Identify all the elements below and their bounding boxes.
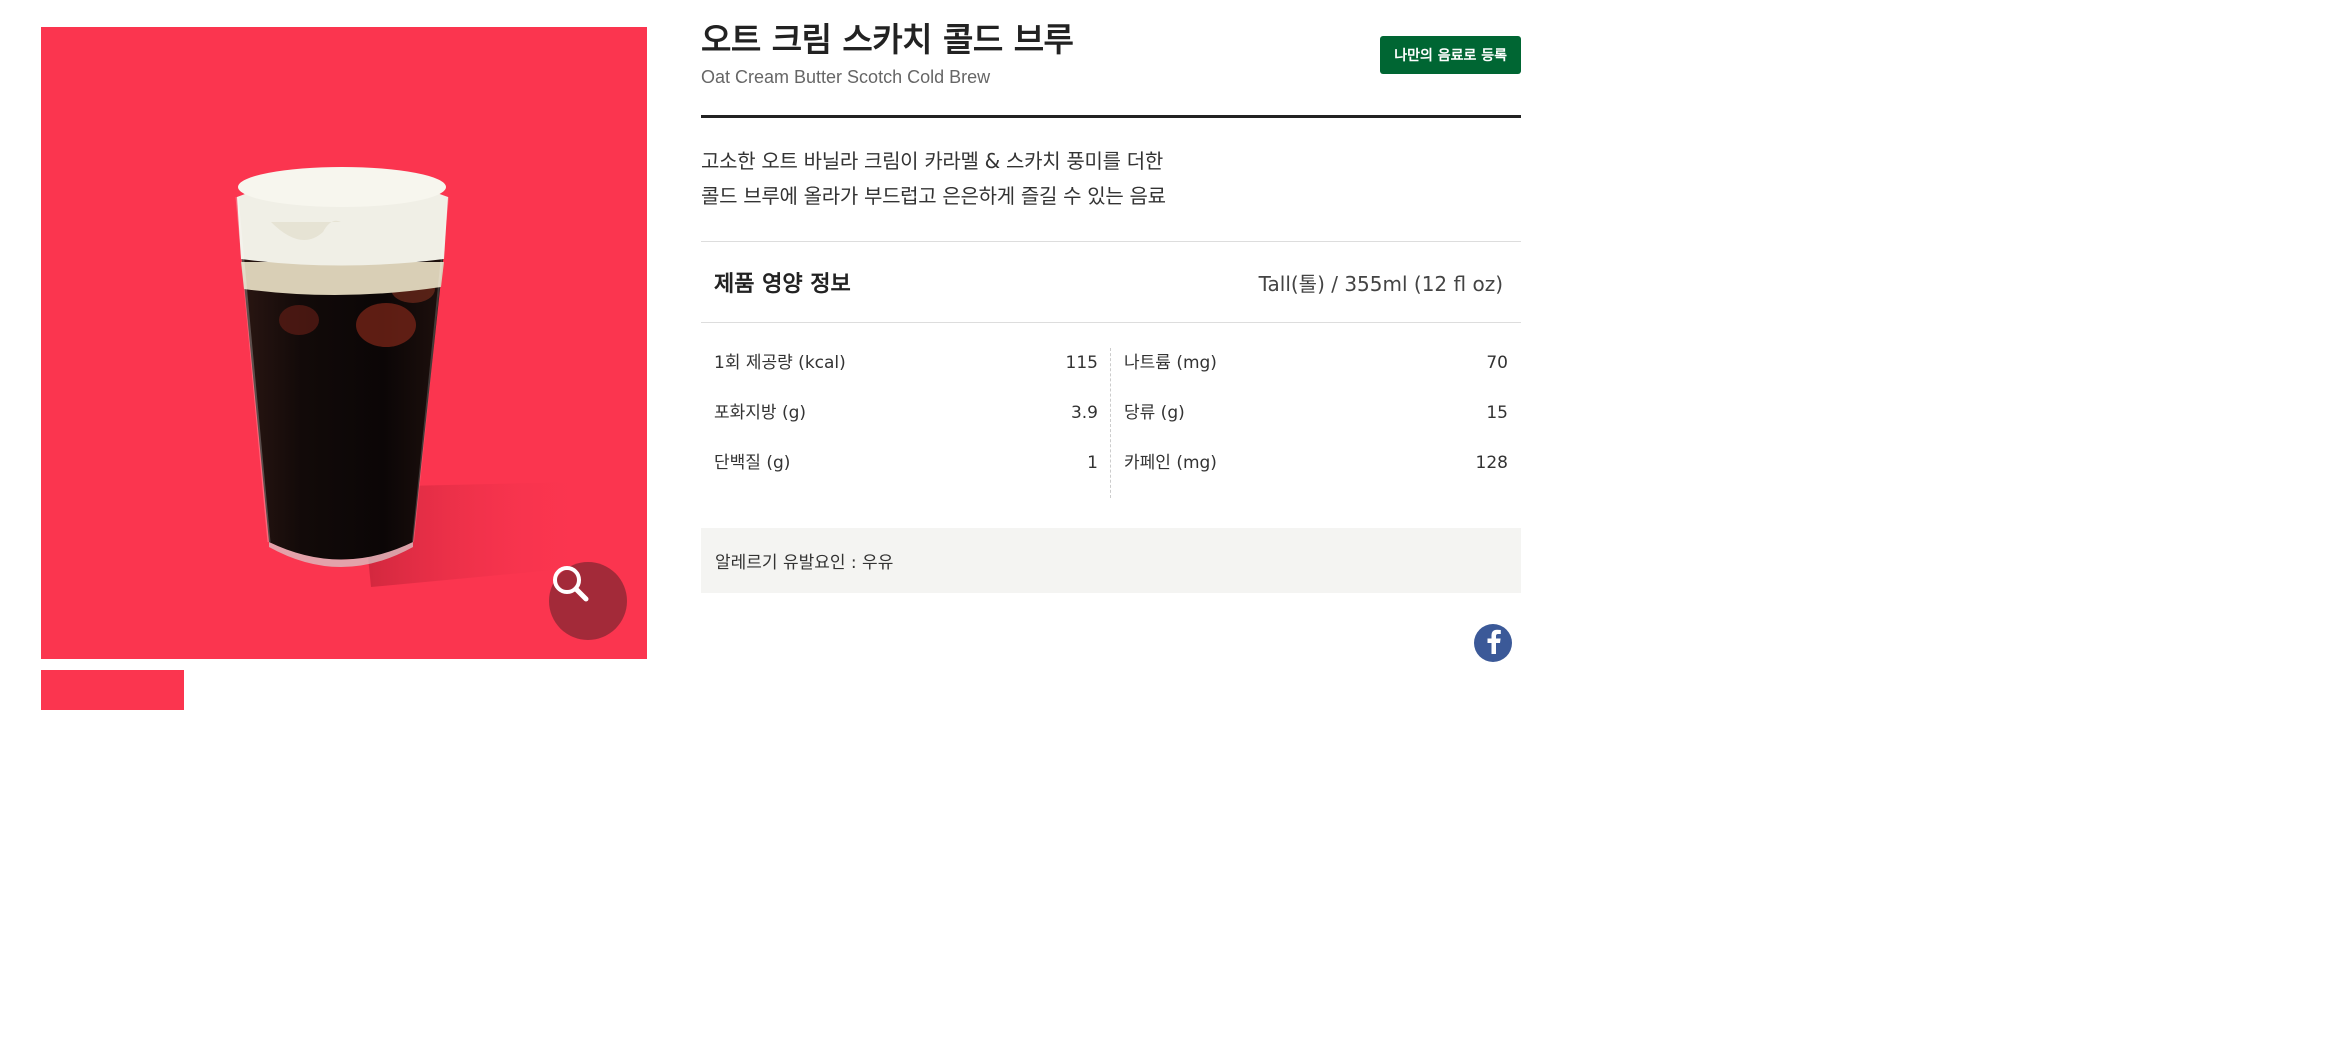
nutrition-row: 나트륨 (mg) 70 [1124,348,1508,398]
nutrition-label: 포화지방 (g) [714,403,807,423]
nutrition-value: 115 [1065,353,1098,373]
nutrition-value: 1 [1087,453,1098,473]
description-line: 콜드 브루에 올라가 부드럽고 은은하게 즐길 수 있는 음료 [701,184,1166,208]
nutrition-column-left: 1회 제공량 (kcal) 115 포화지방 (g) 3.9 단백질 (g) 1 [714,348,1110,498]
nutrition-row: 1회 제공량 (kcal) 115 [714,348,1098,398]
title-divider [701,115,1521,118]
nutrition-title: 제품 영양 정보 [714,272,851,297]
zoom-button[interactable] [549,562,627,640]
product-detail: 오트 크림 스카치 콜드 브루 Oat Cream Butter Scotch … [701,20,1521,662]
nutrition-row: 단백질 (g) 1 [714,448,1098,498]
facebook-share-button[interactable] [1474,624,1512,662]
product-description: 고소한 오트 바닐라 크림이 카라멜 & 스카치 풍미를 더한 콜드 브루에 올… [701,144,1521,214]
nutrition-value: 70 [1486,353,1508,373]
nutrition-column-right: 나트륨 (mg) 70 당류 (g) 15 카페인 (mg) 128 [1124,348,1520,498]
product-thumbnail[interactable] [41,670,184,710]
nutrition-row: 카페인 (mg) 128 [1124,448,1508,498]
facebook-icon [1482,628,1504,658]
allergy-text: 알레르기 유발요인 : 우유 [715,553,894,573]
nutrition-value: 3.9 [1070,403,1098,423]
nutrition-size: Tall(톨) / 355ml (12 fl oz) [1258,272,1503,296]
nutrition-value: 128 [1475,453,1508,473]
register-favorite-button[interactable]: 나만의 음료로 등록 [1380,36,1521,74]
allergy-info: 알레르기 유발요인 : 우유 [701,528,1521,593]
description-line: 고소한 오트 바닐라 크림이 카라멜 & 스카치 풍미를 더한 [701,149,1163,173]
nutrition-header: 제품 영양 정보 Tall(톨) / 355ml (12 fl oz) [701,241,1521,323]
nutrition-label: 카페인 (mg) [1124,453,1217,473]
nutrition-label: 1회 제공량 (kcal) [714,353,846,373]
nutrition-value: 15 [1486,403,1508,423]
nutrition-label: 단백질 (g) [714,453,791,473]
nutrition-table: 1회 제공량 (kcal) 115 포화지방 (g) 3.9 단백질 (g) 1… [701,348,1521,498]
product-image [41,27,647,659]
nutrition-label: 나트륨 (mg) [1124,353,1217,373]
nutrition-row: 당류 (g) 15 [1124,398,1508,448]
nutrition-label: 당류 (g) [1124,403,1185,423]
nutrition-column-divider [1110,348,1111,498]
nutrition-row: 포화지방 (g) 3.9 [714,398,1098,448]
